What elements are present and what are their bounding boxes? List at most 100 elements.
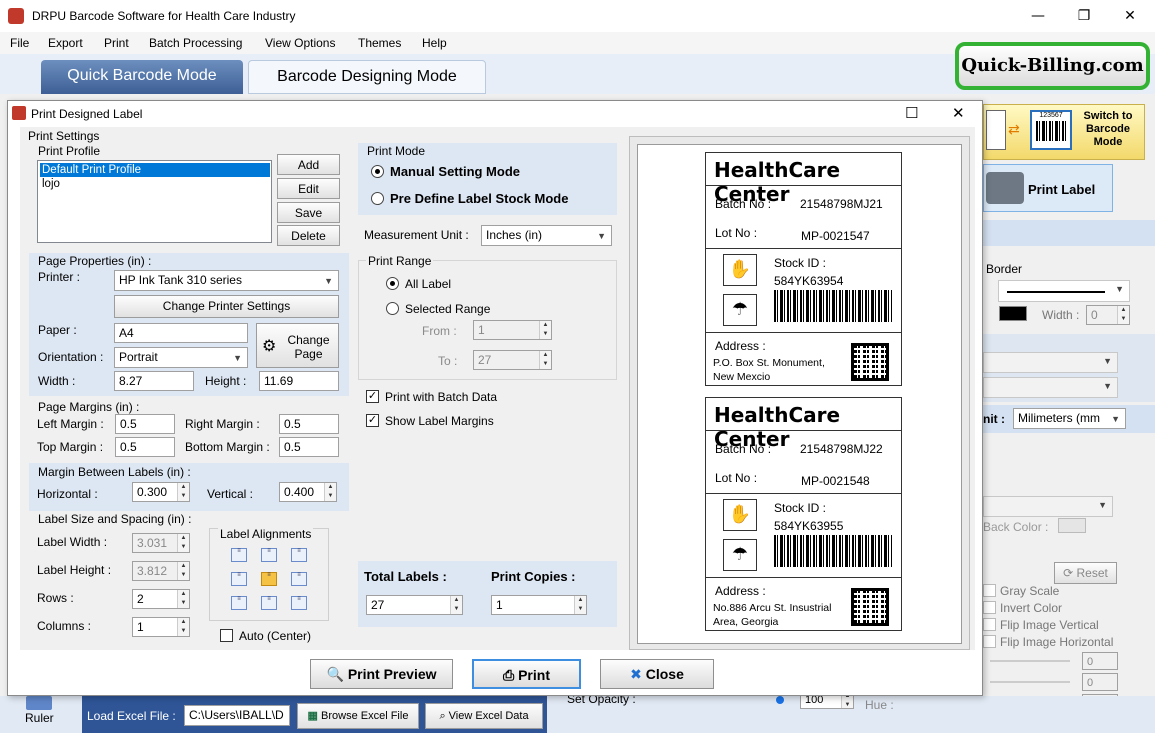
border-width-input[interactable]: 0 ▲ ▼ — [1086, 305, 1130, 325]
measurement-unit-select[interactable]: Inches (in) ▼ — [481, 225, 612, 246]
rows-input[interactable]: 2 ▲ ▼ — [132, 589, 190, 609]
refresh-icon: ⟳ — [1063, 566, 1074, 580]
label-height-input[interactable]: 3.812 ▲ ▼ — [132, 561, 190, 581]
print-copies-input[interactable]: 1 ▲ ▼ — [491, 595, 587, 615]
page-height-input[interactable]: 11.69 — [259, 371, 339, 391]
dialog-maximize-button[interactable]: ☐ — [905, 104, 918, 122]
horizontal-margin-input[interactable]: 0.300 ▲ ▼ — [132, 482, 190, 502]
list-item[interactable]: lojo — [40, 177, 270, 191]
to-input[interactable]: 27 ▲ ▼ — [473, 350, 552, 370]
opacity-slider-thumb[interactable] — [776, 696, 784, 704]
printer-select[interactable]: HP Ink Tank 310 series ▼ — [114, 270, 339, 291]
vertical-margin-input[interactable]: 0.400 ▲ ▼ — [279, 482, 337, 502]
align-bottom-right-icon[interactable]: ≡ — [291, 596, 307, 610]
align-top-center-icon[interactable]: ≡ — [261, 548, 277, 562]
border-style-select[interactable]: ▼ — [998, 280, 1130, 302]
flip-vertical-checkbox[interactable] — [983, 618, 996, 631]
printer-icon — [986, 172, 1024, 204]
menu-view-options[interactable]: View Options — [265, 36, 335, 50]
menu-export[interactable]: Export — [48, 36, 83, 50]
slider-value-1[interactable]: 0 — [1082, 652, 1118, 670]
swap-arrows-icon: ⇄ — [1008, 122, 1020, 138]
from-input[interactable]: 1 ▲ ▼ — [473, 320, 552, 340]
print-button[interactable]: ⎙ Print — [472, 659, 581, 689]
right-margin-input[interactable]: 0.5 — [279, 414, 339, 434]
bottom-margin-input[interactable]: 0.5 — [279, 437, 339, 457]
ruler-label[interactable]: Ruler — [25, 711, 54, 725]
label-width-input[interactable]: 3.031 ▲ ▼ — [132, 533, 190, 553]
total-labels-label: Total Labels : — [364, 569, 447, 584]
minimize-button[interactable]: — — [1015, 0, 1061, 32]
columns-input[interactable]: 1 ▲ ▼ — [132, 617, 190, 637]
batch-label: Batch No : — [715, 442, 772, 456]
orientation-select[interactable]: Portrait ▼ — [114, 347, 248, 368]
delete-profile-button[interactable]: Delete — [277, 225, 340, 246]
measurement-unit-label: Measurement Unit : — [364, 228, 469, 242]
slider-track-1[interactable] — [990, 660, 1070, 662]
close-dialog-button[interactable]: ✖ Close — [600, 659, 714, 689]
manual-mode-radio[interactable] — [371, 165, 384, 178]
excel-icon: ▦ — [307, 710, 318, 722]
border-color-swatch[interactable] — [999, 306, 1027, 321]
align-middle-center-icon[interactable]: ≡ — [261, 572, 277, 586]
menu-help[interactable]: Help — [422, 36, 447, 50]
menu-print[interactable]: Print — [104, 36, 129, 50]
print-preview-button[interactable]: 🔍 Print Preview — [310, 659, 453, 689]
address-line-2: Area, Georgia — [713, 616, 779, 628]
slider-value-2[interactable]: 0 — [1082, 673, 1118, 691]
unit-select[interactable]: Milimeters (mm ▼ — [1013, 408, 1126, 429]
slider-track-2[interactable] — [990, 681, 1070, 683]
maximize-button[interactable]: ❐ — [1061, 0, 1107, 32]
page-width-input[interactable]: 8.27 — [114, 371, 194, 391]
align-bottom-left-icon[interactable]: ≡ — [231, 596, 247, 610]
reset-button[interactable]: ⟳ Reset — [1054, 562, 1117, 584]
back-color-label: Back Color : — [983, 520, 1049, 534]
align-middle-left-icon[interactable]: ≡ — [231, 572, 247, 586]
browse-excel-button[interactable]: ▦ Browse Excel File — [297, 703, 419, 729]
total-labels-input[interactable]: 27 ▲ ▼ — [366, 595, 463, 615]
close-button[interactable]: ✕ — [1107, 0, 1153, 32]
dialog-close-button[interactable]: ✕ — [952, 104, 965, 122]
disabled-select-2: ▼ — [983, 377, 1118, 398]
lot-value: MP-0021548 — [801, 474, 870, 488]
menu-file[interactable]: File — [10, 36, 29, 50]
predefine-mode-radio[interactable] — [371, 192, 384, 205]
show-label-margins-label: Show Label Margins — [385, 414, 494, 428]
selected-range-radio[interactable] — [386, 302, 399, 315]
align-top-left-icon[interactable]: ≡ — [231, 548, 247, 562]
list-item[interactable]: Default Print Profile — [40, 163, 270, 177]
excel-path-input[interactable]: C:\Users\IBALL\D — [184, 705, 290, 726]
edit-profile-button[interactable]: Edit — [277, 178, 340, 199]
app-logo-icon — [8, 8, 24, 24]
all-label-radio[interactable] — [386, 277, 399, 290]
top-margin-input[interactable]: 0.5 — [115, 437, 175, 457]
tab-quick-barcode-mode[interactable]: Quick Barcode Mode — [41, 60, 243, 94]
print-profile-list[interactable]: Default Print Profile lojo — [37, 160, 272, 243]
unit-label: nit : — [983, 412, 1005, 426]
align-bottom-center-icon[interactable]: ≡ — [261, 596, 277, 610]
gray-scale-checkbox[interactable] — [983, 584, 996, 597]
print-mode-label: Print Mode — [367, 144, 426, 158]
tab-barcode-designing-mode[interactable]: Barcode Designing Mode — [248, 60, 486, 94]
show-label-margins-checkbox[interactable]: ✓ — [366, 414, 379, 427]
align-middle-right-icon[interactable]: ≡ — [291, 572, 307, 586]
flip-vertical-label: Flip Image Vertical — [1000, 618, 1099, 632]
menu-batch-processing[interactable]: Batch Processing — [149, 36, 242, 50]
view-excel-button[interactable]: ⌕ View Excel Data — [425, 703, 543, 729]
lot-label: Lot No : — [715, 471, 758, 485]
fragile-handling-icon: ✋ — [723, 254, 757, 286]
flip-horizontal-checkbox[interactable] — [983, 635, 996, 648]
print-with-batch-checkbox[interactable]: ✓ — [366, 390, 379, 403]
change-printer-settings-button[interactable]: Change Printer Settings — [114, 295, 339, 318]
stock-label: Stock ID : — [774, 256, 827, 270]
paper-input[interactable]: A4 — [114, 323, 248, 343]
menu-themes[interactable]: Themes — [358, 36, 401, 50]
auto-center-checkbox[interactable] — [220, 629, 233, 642]
align-top-right-icon[interactable]: ≡ — [291, 548, 307, 562]
designer-icon — [986, 110, 1006, 150]
left-margin-input[interactable]: 0.5 — [115, 414, 175, 434]
to-label: To : — [438, 354, 458, 368]
invert-color-checkbox[interactable] — [983, 601, 996, 614]
add-profile-button[interactable]: Add — [277, 154, 340, 175]
save-profile-button[interactable]: Save — [277, 202, 340, 223]
